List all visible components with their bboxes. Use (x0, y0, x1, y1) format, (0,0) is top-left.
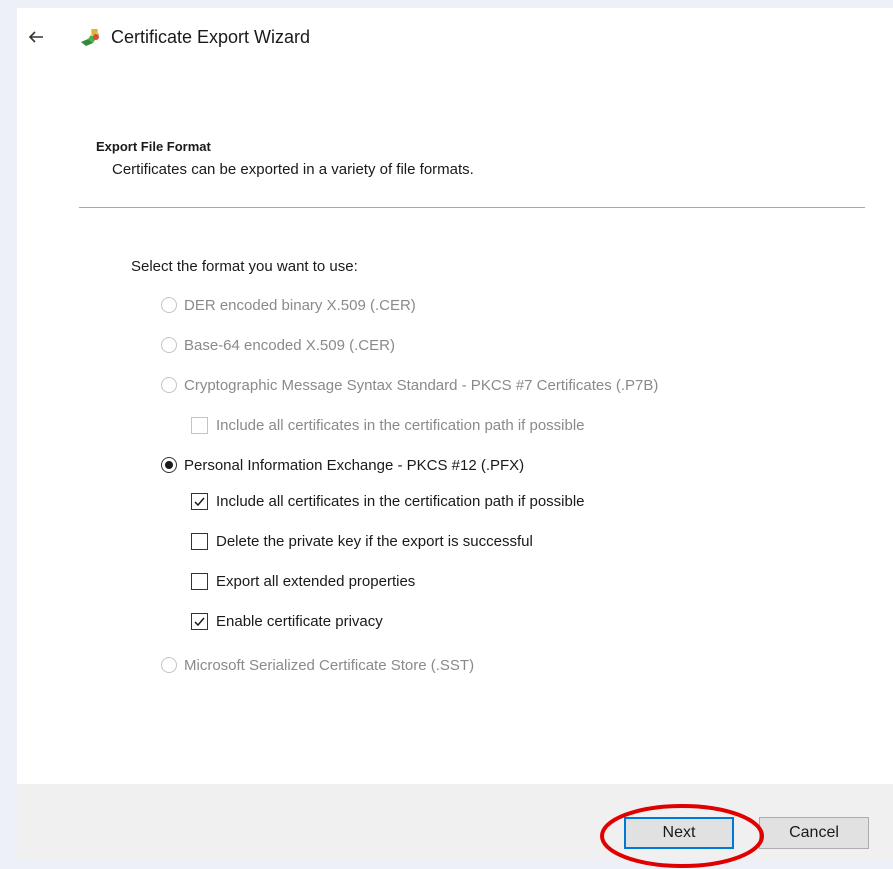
option-label: Personal Information Exchange - PKCS #12… (184, 456, 525, 474)
checkbox-p7b-include-path[interactable]: Include all certificates in the certific… (191, 413, 585, 437)
radio-sst[interactable]: Microsoft Serialized Certificate Store (… (161, 653, 474, 677)
option-label: DER encoded binary X.509 (.CER) (184, 296, 416, 314)
wizard-title-bar: Certificate Export Wizard (17, 8, 893, 72)
section-heading: Export File Format (96, 139, 211, 154)
wizard-dialog: Certificate Export Wizard Export File Fo… (17, 8, 893, 860)
option-label: Include all certificates in the certific… (216, 492, 585, 510)
format-prompt: Select the format you want to use: (131, 258, 358, 275)
radio-button[interactable] (161, 657, 177, 673)
checkbox[interactable] (191, 572, 208, 590)
radio-button[interactable] (161, 297, 177, 313)
checkbox-export-extended-properties[interactable]: Export all extended properties (191, 569, 415, 593)
option-label: Export all extended properties (216, 572, 416, 590)
option-label: Enable certificate privacy (216, 612, 383, 630)
back-arrow-icon[interactable] (27, 28, 45, 46)
checkmark-icon (194, 497, 205, 506)
cancel-button[interactable]: Cancel (759, 817, 869, 849)
checkbox-checked[interactable] (191, 492, 208, 510)
next-button[interactable]: Next (624, 817, 734, 849)
option-label: Microsoft Serialized Certificate Store (… (184, 656, 475, 674)
section-description: Certificates can be exported in a variet… (112, 161, 474, 178)
wizard-title: Certificate Export Wizard (111, 27, 311, 47)
checkbox[interactable] (191, 532, 208, 550)
checkbox[interactable] (191, 416, 208, 434)
checkbox-pfx-include-path[interactable]: Include all certificates in the certific… (191, 489, 585, 513)
header-divider (79, 207, 865, 208)
radio-der-cer[interactable]: DER encoded binary X.509 (.CER) (161, 293, 416, 317)
checkbox-checked[interactable] (191, 612, 208, 630)
option-label: Base-64 encoded X.509 (.CER) (184, 336, 395, 354)
radio-button[interactable] (161, 337, 177, 353)
radio-pkcs12-pfx[interactable]: Personal Information Exchange - PKCS #12… (161, 453, 524, 477)
checkmark-icon (194, 617, 205, 626)
radio-base64-cer[interactable]: Base-64 encoded X.509 (.CER) (161, 333, 395, 357)
checkbox-delete-private-key[interactable]: Delete the private key if the export is … (191, 529, 533, 553)
certificate-icon (79, 26, 101, 48)
option-label: Cryptographic Message Syntax Standard - … (184, 376, 659, 394)
option-label: Include all certificates in the certific… (216, 416, 585, 434)
radio-pkcs7-p7b[interactable]: Cryptographic Message Syntax Standard - … (161, 373, 658, 397)
radio-button-selected[interactable] (161, 457, 177, 473)
option-label: Delete the private key if the export is … (216, 532, 533, 550)
checkbox-enable-certificate-privacy[interactable]: Enable certificate privacy (191, 609, 383, 633)
radio-button[interactable] (161, 377, 177, 393)
